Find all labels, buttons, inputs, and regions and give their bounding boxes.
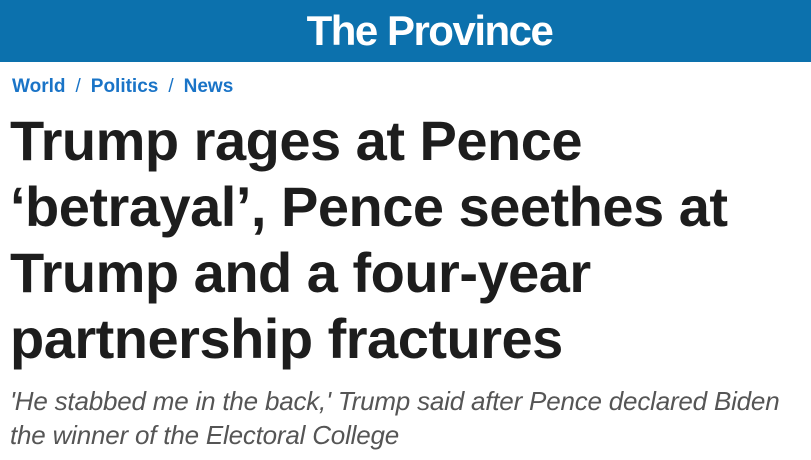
breadcrumb-separator: / xyxy=(168,76,174,97)
breadcrumb: World / Politics / News xyxy=(12,76,233,98)
breadcrumb-link-politics[interactable]: Politics xyxy=(91,76,159,98)
breadcrumb-link-news[interactable]: News xyxy=(184,76,234,98)
article-headline: Trump rages at Pence ‘betrayal’, Pence s… xyxy=(10,109,728,370)
breadcrumb-separator: / xyxy=(75,76,81,97)
article-subheadline: 'He stabbed me in the back,' Trump said … xyxy=(10,386,780,450)
site-logo[interactable]: The Province xyxy=(307,10,554,52)
breadcrumb-link-world[interactable]: World xyxy=(12,76,65,98)
site-header: The Province xyxy=(0,0,811,62)
